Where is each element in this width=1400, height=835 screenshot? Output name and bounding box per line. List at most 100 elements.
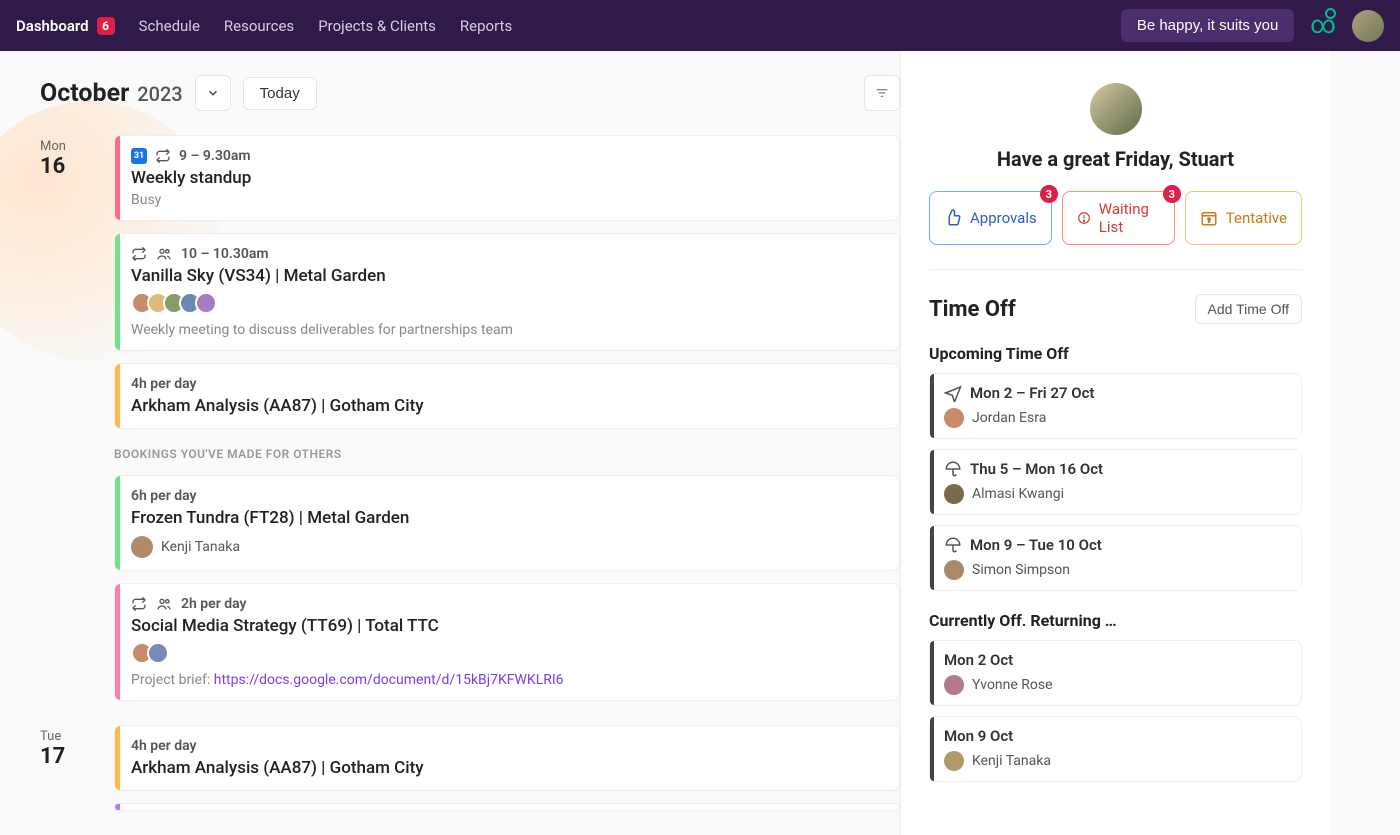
timeoff-person: Almasi Kwangi xyxy=(972,486,1064,502)
user-avatar[interactable] xyxy=(1352,10,1384,42)
thumbs-up-icon xyxy=(944,209,962,227)
timeoff-card[interactable]: Mon 9 – Tue 10 Oct Simon Simpson xyxy=(929,525,1302,591)
person-avatar xyxy=(944,675,964,695)
event-duration: 4h per day xyxy=(131,738,196,754)
event-title: Arkham Analysis (AA87) | Gotham City xyxy=(131,396,883,416)
month-label: October xyxy=(40,79,129,108)
event-title: Vanilla Sky (VS34) | Metal Garden xyxy=(131,266,883,286)
umbrella-icon xyxy=(944,536,962,554)
returning-card[interactable]: Mon 9 Oct Kenji Tanaka xyxy=(929,716,1302,782)
event-note-prefix: Project brief: xyxy=(131,672,214,688)
timeoff-card[interactable]: Thu 5 – Mon 16 Oct Almasi Kwangi xyxy=(929,449,1302,515)
day-of-month: 16 xyxy=(40,154,90,179)
filter-icon xyxy=(874,85,890,101)
nav-dashboard-label: Dashboard xyxy=(16,17,89,35)
people-icon xyxy=(155,246,173,262)
date-column: Tue 17 xyxy=(40,725,90,827)
event-card-arkham[interactable]: 4h per day Arkham Analysis (AA87) | Goth… xyxy=(114,363,900,429)
event-card-social-media[interactable]: 2h per day Social Media Strategy (TT69) … xyxy=(114,583,900,701)
chip-badge: 3 xyxy=(1040,185,1058,203)
event-card-frozen-tundra[interactable]: 6h per day Frozen Tundra (FT28) | Metal … xyxy=(114,475,900,571)
main-area: October 2023 Today Mon 16 31 xyxy=(0,51,900,835)
chip-approvals[interactable]: Approvals 3 xyxy=(929,191,1052,245)
event-card-vanilla-sky[interactable]: 10 – 10.30am Vanilla Sky (VS34) | Metal … xyxy=(114,233,900,351)
event-duration: 6h per day xyxy=(131,488,196,504)
today-button[interactable]: Today xyxy=(243,77,317,110)
date-dropdown-button[interactable] xyxy=(195,75,231,111)
alert-icon xyxy=(1077,209,1091,227)
return-person: Kenji Tanaka xyxy=(972,753,1051,769)
timeoff-person: Jordan Esra xyxy=(972,410,1046,426)
event-note-link[interactable]: https://docs.google.com/document/d/15kBj… xyxy=(214,672,564,688)
person-avatar xyxy=(944,751,964,771)
recurring-icon xyxy=(131,246,147,262)
event-title: Arkham Analysis (AA87) | Gotham City xyxy=(131,758,883,778)
timeoff-range: Mon 2 – Fri 27 Oct xyxy=(970,384,1094,402)
event-person: Kenji Tanaka xyxy=(161,539,240,555)
side-panel: Have a great Friday, Stuart Approvals 3 … xyxy=(900,51,1330,835)
recurring-icon xyxy=(131,596,147,612)
greeting: Have a great Friday, Stuart xyxy=(929,147,1302,171)
chip-waiting-list[interactable]: Waiting List 3 xyxy=(1062,191,1175,245)
event-title: Frozen Tundra (FT28) | Metal Garden xyxy=(131,508,883,528)
chip-label: Tentative xyxy=(1226,209,1287,227)
event-time: 10 – 10.30am xyxy=(181,246,269,262)
timeoff-range: Thu 5 – Mon 16 Oct xyxy=(970,460,1103,478)
add-time-off-button[interactable]: Add Time Off xyxy=(1195,294,1302,324)
chip-label: Waiting List xyxy=(1099,200,1160,236)
nav-reports[interactable]: Reports xyxy=(460,17,512,35)
date-column: Mon 16 xyxy=(40,135,90,717)
happy-button[interactable]: Be happy, it suits you xyxy=(1121,9,1294,42)
event-card-partial[interactable] xyxy=(114,803,900,811)
person-avatar xyxy=(944,408,964,428)
day-row: Tue 17 4h per day Arkham Analysis (AA87)… xyxy=(40,725,900,827)
event-card-arkham[interactable]: 4h per day Arkham Analysis (AA87) | Goth… xyxy=(114,725,900,791)
day-of-month: 17 xyxy=(40,744,90,769)
nav-schedule[interactable]: Schedule xyxy=(139,17,200,35)
google-calendar-icon: 31 xyxy=(131,148,147,164)
sub-heading-returning: Currently Off. Returning … xyxy=(929,611,1302,630)
logo-icon[interactable]: ∞ xyxy=(1310,11,1336,40)
nav-projects-clients[interactable]: Projects & Clients xyxy=(318,17,436,35)
umbrella-icon xyxy=(944,460,962,478)
calendar-question-icon: ? xyxy=(1200,209,1218,227)
event-title: Weekly standup xyxy=(131,168,883,188)
event-duration: 4h per day xyxy=(131,376,196,392)
return-date: Mon 9 Oct xyxy=(944,727,1013,745)
person-avatar xyxy=(131,536,153,558)
plane-icon xyxy=(944,384,962,402)
svg-text:?: ? xyxy=(1207,217,1210,225)
chip-tentative[interactable]: ? Tentative xyxy=(1185,191,1302,245)
event-status: Busy xyxy=(131,192,883,208)
return-date: Mon 2 Oct xyxy=(944,651,1013,669)
people-icon xyxy=(155,596,173,612)
date-header: October 2023 Today xyxy=(40,75,900,111)
timeoff-range: Mon 9 – Tue 10 Oct xyxy=(970,536,1102,554)
event-note: Weekly meeting to discuss deliverables f… xyxy=(131,322,883,338)
section-title-timeoff: Time Off xyxy=(929,297,1016,322)
day-row: Mon 16 31 9 – 9.30am Weekly standup Busy xyxy=(40,135,900,717)
event-title: Social Media Strategy (TT69) | Total TTC xyxy=(131,616,883,636)
event-duration: 2h per day xyxy=(181,596,246,612)
nav-dashboard[interactable]: Dashboard 6 xyxy=(16,17,115,35)
top-nav: Dashboard 6 Schedule Resources Projects … xyxy=(0,0,1400,51)
person-avatar xyxy=(944,560,964,580)
attendee-avatars xyxy=(131,292,883,314)
chip-label: Approvals xyxy=(970,209,1037,227)
recurring-icon xyxy=(155,148,171,164)
event-note: Project brief: https://docs.google.com/d… xyxy=(131,672,883,688)
event-card-standup[interactable]: 31 9 – 9.30am Weekly standup Busy xyxy=(114,135,900,221)
event-time: 9 – 9.30am xyxy=(179,148,251,164)
nav-resources[interactable]: Resources xyxy=(224,17,294,35)
profile-avatar[interactable] xyxy=(1090,83,1142,135)
sub-heading-upcoming: Upcoming Time Off xyxy=(929,344,1302,363)
returning-card[interactable]: Mon 2 Oct Yvonne Rose xyxy=(929,640,1302,706)
section-label-others: BOOKINGS YOU'VE MADE FOR OTHERS xyxy=(114,447,900,461)
timeoff-card[interactable]: Mon 2 – Fri 27 Oct Jordan Esra xyxy=(929,373,1302,439)
year-label: 2023 xyxy=(137,82,182,106)
attendee-avatars xyxy=(131,642,883,664)
filter-button[interactable] xyxy=(864,75,900,111)
day-of-week: Mon xyxy=(40,139,90,154)
nav-dashboard-badge: 6 xyxy=(97,17,115,35)
chevron-down-icon xyxy=(206,86,220,100)
